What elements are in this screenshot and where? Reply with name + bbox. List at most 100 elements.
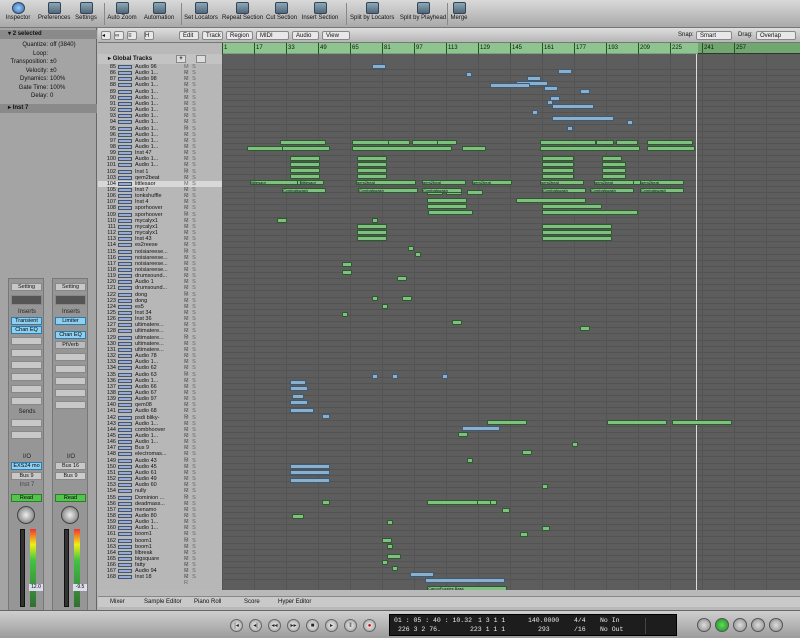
region[interactable]: [427, 204, 467, 209]
track-header[interactable]: 138 Audio 67 M S R: [98, 390, 222, 402]
track-header[interactable]: 141 Audio 68 M S R: [98, 408, 222, 420]
track-lane[interactable]: [222, 249, 800, 255]
track-lane[interactable]: [222, 304, 800, 310]
track-name[interactable]: Audio 1...: [135, 107, 183, 113]
track-header[interactable]: 125 Inst 34 M S R: [98, 310, 222, 322]
region[interactable]: [467, 458, 473, 463]
track-name[interactable]: Audio 1...: [135, 126, 183, 132]
track-lane[interactable]: [222, 550, 800, 556]
region[interactable]: [322, 500, 330, 505]
region-param-row[interactable]: Gate Time: 100%: [0, 84, 97, 92]
region[interactable]: [607, 420, 667, 425]
track-lane[interactable]: [222, 95, 800, 101]
track-lane[interactable]: [222, 458, 800, 464]
region[interactable]: [487, 420, 527, 425]
track-header[interactable]: 162 boom1 M S R: [98, 538, 222, 550]
track-lane[interactable]: [222, 531, 800, 538]
track-header[interactable]: 132 Audio 78 M S R: [98, 353, 222, 365]
tab-score[interactable]: Score: [244, 598, 260, 607]
track-lane[interactable]: [222, 285, 800, 292]
track-header[interactable]: 117 noisiareese... M S R: [98, 261, 222, 273]
track-header[interactable]: 164 lilbreak M S R: [98, 550, 222, 562]
track-name[interactable]: Audio 78: [135, 353, 183, 359]
region[interactable]: [462, 426, 500, 431]
region[interactable]: [357, 162, 387, 167]
repeat-section-button[interactable]: Repeat Section: [222, 2, 263, 26]
track-name[interactable]: Audio 1...: [135, 70, 183, 76]
track-name[interactable]: Audio 1...: [135, 519, 183, 525]
track-lane[interactable]: [222, 113, 800, 120]
bar-ruler[interactable]: 1 17 33 49 65 81 97 113 129 145 161 177 193 209 225 241…: [222, 43, 800, 54]
track-header[interactable]: 135 Audio 63 M S R: [98, 372, 222, 384]
region-param-row[interactable]: Quantize: off (3840): [0, 41, 97, 49]
region[interactable]: [542, 526, 550, 531]
track-lane[interactable]: [222, 119, 800, 126]
region[interactable]: [544, 86, 558, 91]
insert-slot-4[interactable]: [55, 353, 86, 361]
region-param-row[interactable]: Transposition: ±0: [0, 58, 97, 66]
input-slot[interactable]: EXS24 mo: [11, 462, 42, 470]
track-header[interactable]: 134 Audio 62 M S R: [98, 365, 222, 377]
record-icon[interactable]: ●: [363, 619, 376, 632]
region[interactable]: [558, 69, 572, 74]
region[interactable]: [372, 64, 386, 69]
cycle-icon[interactable]: [715, 618, 729, 632]
region[interactable]: [596, 140, 614, 145]
track-name[interactable]: Audio 80: [135, 513, 183, 519]
region[interactable]: [352, 146, 452, 151]
region[interactable]: [357, 230, 387, 235]
region[interactable]: [427, 198, 467, 203]
track-header[interactable]: 107 Inst 4M S R: [98, 199, 222, 211]
track-lane[interactable]: [222, 574, 800, 581]
track-name[interactable]: ultimatere...: [135, 341, 183, 347]
track-lane[interactable]: [222, 205, 800, 212]
track-header[interactable]: 97 Audio 1... M S R: [98, 138, 222, 150]
region-named[interactable]: Cymbalswash: [590, 188, 634, 193]
input-slot[interactable]: Bus 16: [55, 462, 86, 470]
track-name[interactable]: Audio 60: [135, 482, 183, 488]
track-name[interactable]: Audio 1...: [135, 113, 183, 119]
replace-icon[interactable]: [733, 618, 747, 632]
back-arrow-icon[interactable]: ◂: [101, 31, 111, 40]
region[interactable]: [277, 218, 287, 223]
track-name[interactable]: dong: [135, 292, 183, 298]
insert-slot-8[interactable]: [11, 397, 42, 405]
track-lane[interactable]: [222, 273, 800, 280]
region[interactable]: [322, 414, 330, 419]
track-name[interactable]: boom1: [135, 538, 183, 544]
track-header[interactable]: 123 dong M S R: [98, 298, 222, 310]
track-header[interactable]: 161 boom1 M S R: [98, 531, 222, 543]
insert-slot-3[interactable]: [11, 337, 42, 345]
track-lane[interactable]: [222, 519, 800, 526]
region[interactable]: [402, 296, 412, 301]
region[interactable]: [542, 162, 574, 167]
region[interactable]: [627, 120, 633, 125]
track-header[interactable]: 151 Audio 61 M S R: [98, 470, 222, 482]
track-lane[interactable]: [222, 488, 800, 495]
region[interactable]: [282, 146, 330, 151]
track-name[interactable]: Audio 49: [135, 476, 183, 482]
track-header[interactable]: 104 littlesaor M S R: [98, 180, 222, 193]
region[interactable]: [290, 470, 330, 475]
region-named[interactable]: Cymbalswash: [542, 188, 586, 193]
track-name[interactable]: Inst 7: [135, 187, 183, 193]
region[interactable]: [428, 210, 473, 215]
track-name[interactable]: Audio 62: [135, 365, 183, 371]
region[interactable]: [542, 210, 638, 215]
track-name[interactable]: Inst 43: [135, 236, 183, 242]
track-header[interactable]: 115 noisiareese... M S R: [98, 249, 222, 261]
track-lane[interactable]: [222, 298, 800, 304]
track-lane[interactable]: [222, 193, 800, 200]
region-named[interactable]: gem2beat: [356, 180, 416, 185]
track-name[interactable]: Audio 1...: [135, 132, 183, 138]
region[interactable]: [372, 296, 378, 301]
track-name[interactable]: Audio 1...: [135, 156, 183, 162]
track-lane[interactable]: [222, 562, 800, 569]
region[interactable]: [442, 374, 448, 379]
track-lane[interactable]: [222, 70, 800, 77]
auto-zoom-button[interactable]: Auto Zoom: [107, 2, 137, 26]
region[interactable]: [520, 532, 528, 537]
track-header[interactable]: 111 mycalyx1 M S R: [98, 224, 222, 236]
track-header[interactable]: 108 sporhoover M S R: [98, 205, 222, 217]
region-named[interactable]: CanonFuzzies Bass: [427, 586, 507, 590]
